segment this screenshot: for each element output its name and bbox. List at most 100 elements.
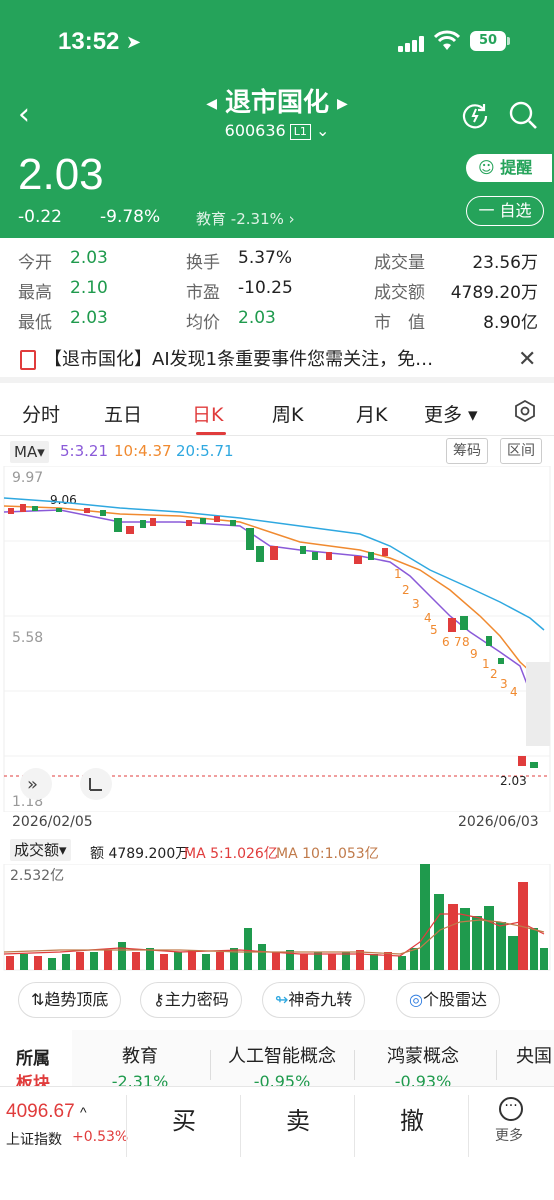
marker: 8 [462, 635, 470, 649]
feature-label: 个股雷达 [422, 990, 487, 1009]
tab-weekly-k[interactable]: 周K [272, 400, 303, 427]
fullscreen-button[interactable] [80, 768, 112, 800]
tab-more[interactable]: 更多 ▾ [424, 400, 478, 427]
divider [468, 1095, 469, 1157]
stat-label: 最低 [18, 313, 52, 333]
marker: 2 [402, 583, 410, 597]
feature-buttons: ⇅趋势顶底 ⚷主力密码 ↬神奇九转 ◎个股雷达 [0, 980, 554, 1020]
bar [272, 952, 280, 970]
tab-intraday[interactable]: 分时 [22, 400, 60, 427]
marker: 3 [500, 677, 508, 691]
stat-value: 23.56万 [472, 253, 538, 273]
bar [118, 942, 126, 970]
main-force-code-button[interactable]: ⚷主力密码 [140, 982, 242, 1018]
sector-item[interactable]: 鸿蒙概念 -0.93% [368, 1042, 478, 1086]
candle [200, 518, 206, 524]
sector-item[interactable]: 教育 -2.31% [100, 1042, 180, 1086]
trend-top-bottom-button[interactable]: ⇅趋势顶底 [18, 982, 122, 1018]
buy-button[interactable]: 买 [172, 1101, 196, 1136]
tab-five-day[interactable]: 五日 [104, 400, 142, 427]
divider [126, 1095, 127, 1157]
marker: 3 [412, 597, 420, 611]
candle [56, 508, 62, 512]
tab-daily-k[interactable]: 日K [192, 400, 223, 427]
bar [508, 936, 518, 970]
sector-pct: -2.31% [230, 210, 284, 228]
stat-value: -10.25 [238, 278, 293, 298]
sector-name: 鸿蒙概念 [387, 1046, 459, 1067]
period-tabs: 分时 五日 日K 周K 月K 更多 ▾ [0, 386, 554, 436]
remind-button[interactable]: ☺ 提醒 [466, 154, 552, 182]
bar [496, 922, 506, 970]
battery-icon: 50 [470, 31, 506, 51]
stat-label: 成交量 [374, 253, 425, 273]
chip-button[interactable]: 筹码 [446, 438, 488, 464]
kline-chart[interactable]: 9.97 5.58 1.18 9.06 2.03 123 456 7 89 123… [0, 466, 554, 812]
volume-axis-label: 2.532亿 [10, 868, 64, 884]
index-value[interactable]: 4096.67 ^ [6, 1101, 87, 1123]
sector-pct: -2.31% [111, 1072, 169, 1086]
candle [382, 548, 388, 556]
index-name: 上证指数 [6, 1132, 62, 1148]
watchlist-button[interactable]: 一 自选 [466, 196, 544, 226]
sector-name: 教育 [122, 1046, 158, 1067]
axis-high-label: 9.97 [12, 470, 43, 486]
stock-radar-button[interactable]: ◎个股雷达 [396, 982, 500, 1018]
sector-item[interactable]: 央国 [516, 1042, 554, 1068]
sector-pct: -0.95% [253, 1072, 311, 1086]
notice-text: 【退市国化】AI发现1条重要事件您需关注，免… [44, 349, 434, 370]
candle [498, 658, 504, 664]
marker: 7 [454, 635, 462, 649]
divider [354, 1050, 355, 1080]
search-icon[interactable] [508, 100, 538, 130]
sector-link[interactable]: 教育 -2.31% › [196, 208, 295, 229]
stat-value: 4789.20万 [450, 283, 538, 303]
marker: 4 [510, 685, 518, 699]
candle [448, 618, 456, 632]
bar [356, 950, 364, 970]
bar [90, 952, 98, 970]
candle [518, 756, 526, 766]
more-button[interactable]: ··· 更多 [495, 1097, 526, 1145]
sector-strip: 所属 板块 教育 -2.31% 人工智能概念 -0.95% 鸿蒙概念 -0.93% 央国 [0, 1030, 554, 1086]
bar [132, 952, 140, 970]
marker: 1 [482, 657, 490, 671]
candle [114, 518, 122, 532]
gear-icon[interactable] [514, 400, 536, 422]
battery-tip [507, 37, 510, 45]
candle [354, 556, 362, 564]
range-button[interactable]: 区间 [500, 438, 542, 464]
candle [256, 546, 264, 562]
bell-icon: ☺ [478, 158, 495, 177]
marker: 1 [394, 567, 402, 581]
stock-name: 退市国化 [224, 88, 329, 118]
index-pct: +0.53% [72, 1129, 129, 1145]
close-icon[interactable]: ✕ [518, 337, 536, 383]
candle [20, 504, 26, 512]
bar [258, 944, 266, 970]
candle [186, 520, 192, 526]
stat-label: 换手 [186, 253, 220, 273]
start-date: 2026/02/05 [12, 814, 93, 830]
bar [460, 908, 470, 970]
magic-nine-button[interactable]: ↬神奇九转 [262, 982, 366, 1018]
marker: 6 [442, 635, 450, 649]
cancel-order-button[interactable]: 撤 [400, 1101, 424, 1136]
bar [472, 916, 482, 970]
sell-button[interactable]: 卖 [286, 1101, 310, 1136]
volume-selector[interactable]: 成交额▾ [10, 839, 71, 861]
tab-monthly-k[interactable]: 月K [356, 400, 387, 427]
sector-item[interactable]: 人工智能概念 -0.95% [216, 1042, 348, 1086]
stat-label: 市 值 [374, 313, 425, 333]
next-stock-icon[interactable]: ▶ [337, 96, 348, 112]
prev-stock-icon[interactable]: ◀ [206, 96, 217, 112]
candle [140, 520, 146, 528]
refresh-icon[interactable] [460, 100, 490, 130]
bar [188, 950, 196, 970]
ma-selector[interactable]: MA▾ [10, 441, 49, 463]
key-icon: ⚷ [153, 990, 165, 1009]
marker: 9 [470, 647, 478, 661]
volume-ma5: MA 5:1.026亿 [184, 846, 278, 862]
ai-notice-banner[interactable]: 【退市国化】AI发现1条重要事件您需关注，免… ✕ [0, 337, 554, 383]
bar [370, 954, 378, 970]
